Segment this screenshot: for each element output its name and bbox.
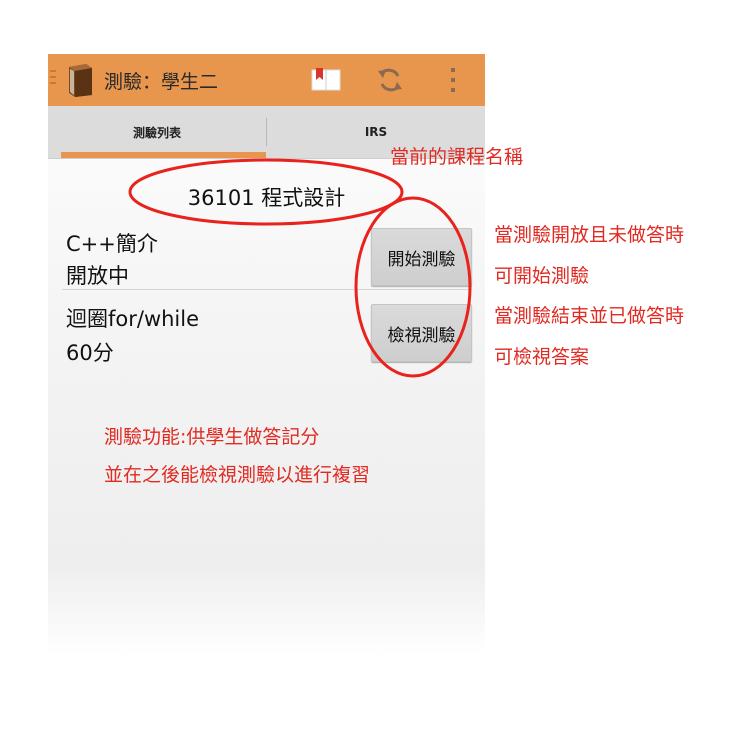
selected-tab-indicator [61, 152, 266, 158]
row-divider [62, 289, 472, 290]
tab-quiz-list[interactable]: 測驗列表 [48, 106, 266, 158]
quiz-title: 迴圈for/while [66, 307, 200, 331]
app-title: 測驗：學生二 [104, 71, 219, 93]
start-note-line-2: 可開始測驗 [494, 265, 590, 287]
quiz-row[interactable]: 迴圈for/while 60分 檢視測驗 [48, 300, 485, 366]
feature-note-line-1: 測驗功能:供學生做答記分 [104, 426, 320, 448]
feature-note-line-2: 並在之後能檢視測驗以進行複習 [104, 464, 371, 486]
action-bar: 測驗：學生二 [48, 54, 485, 106]
book-app-icon[interactable] [64, 63, 96, 97]
overflow-menu-icon[interactable] [448, 67, 458, 93]
review-quiz-button[interactable]: 檢視測驗 [371, 304, 472, 362]
quiz-row[interactable]: C++簡介 開放中 開始測驗 [48, 224, 485, 290]
bookmark-icon[interactable] [310, 64, 342, 94]
quiz-score: 60分 [66, 341, 114, 365]
quiz-status: 開放中 [66, 264, 129, 288]
refresh-icon[interactable] [375, 65, 405, 95]
course-name: 36101 程式設計 [187, 186, 346, 210]
course-note: 當前的課程名稱 [390, 146, 524, 168]
start-quiz-button[interactable]: 開始測驗 [371, 228, 472, 286]
drawer-indicator-icon[interactable] [50, 70, 56, 90]
quiz-title: C++簡介 [66, 232, 158, 256]
review-note-line-2: 可檢視答案 [494, 346, 590, 368]
start-note-line-1: 當測驗開放且未做答時 [494, 224, 685, 246]
review-note-line-1: 當測驗結束並已做答時 [494, 305, 685, 327]
